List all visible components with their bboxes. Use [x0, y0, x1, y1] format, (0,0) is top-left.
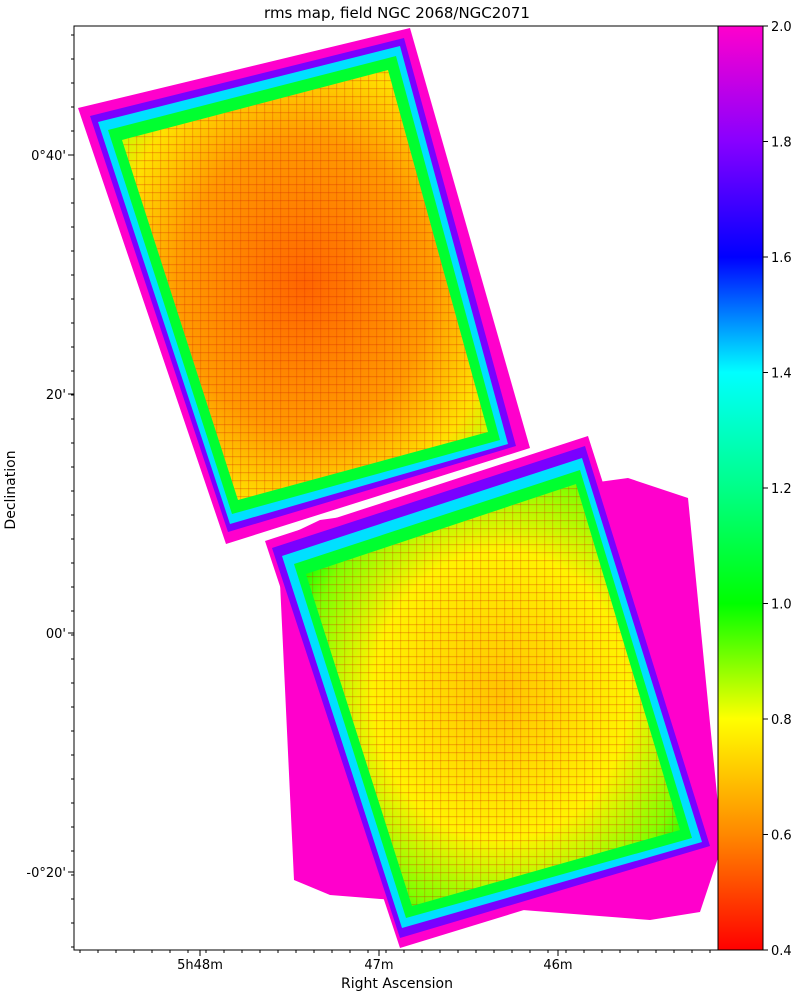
y-axis-label: Declination — [3, 450, 19, 529]
y-tick-label: 00' — [46, 627, 66, 642]
y-tick-label: 20' — [46, 388, 66, 403]
colorbar-tick-label: 2.0 — [771, 20, 792, 35]
y-tick-label: -0°20' — [26, 866, 66, 881]
colorbar-gradient — [717, 25, 764, 951]
colorbar: 2.0 1.8 1.6 1.4 1.2 1.0 0.8 0.6 0.4 — [717, 20, 792, 959]
colorbar-tick-label: 0.4 — [771, 944, 792, 959]
colorbar-tick-label: 0.6 — [771, 829, 792, 844]
colorbar-tick-label: 1.6 — [771, 251, 792, 266]
colorbar-tick-label: 1.0 — [771, 598, 792, 613]
y-axis: 0°40' 20' 00' -0°20' Declination — [3, 34, 74, 948]
x-tick-label: 47m — [364, 958, 393, 973]
x-axis: 5h48m 47m 46m Right Ascension — [79, 950, 711, 992]
colorbar-tick-label: 1.8 — [771, 136, 792, 151]
colorbar-tick-label: 0.8 — [771, 713, 792, 728]
x-tick-label: 5h48m — [177, 958, 223, 973]
figure: rms map, field NGC 2068/NGC2071 0°40' 20… — [3, 4, 792, 992]
plot-area — [78, 28, 718, 948]
x-axis-label: Right Ascension — [341, 976, 453, 992]
colorbar-tick-label: 1.2 — [771, 482, 792, 497]
x-tick-label: 46m — [543, 958, 572, 973]
y-tick-label: 0°40' — [31, 149, 66, 164]
colorbar-tick-label: 1.4 — [771, 367, 792, 382]
chart-title: rms map, field NGC 2068/NGC2071 — [264, 4, 530, 22]
